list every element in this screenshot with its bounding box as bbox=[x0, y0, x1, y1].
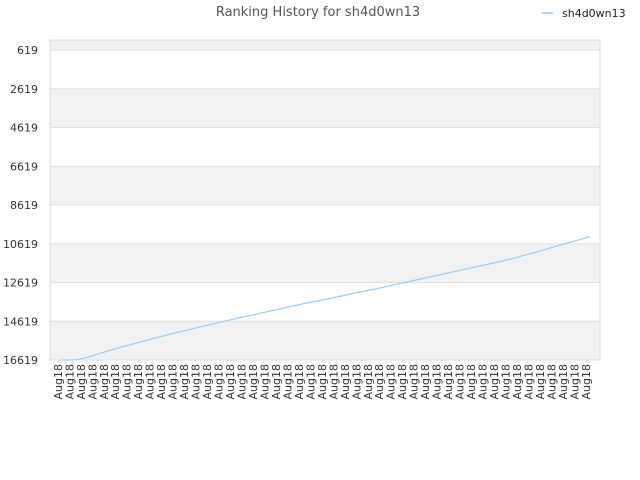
y-tick-label: 16619 bbox=[3, 354, 38, 367]
y-tick-label: 10619 bbox=[3, 238, 38, 251]
plot-bands bbox=[50, 40, 600, 360]
y-tick-label: 2619 bbox=[10, 83, 38, 96]
plot-band bbox=[50, 243, 600, 283]
y-tick-label: 6619 bbox=[10, 160, 38, 173]
y-tick-label: 4619 bbox=[10, 122, 38, 135]
y-tick-label: 8619 bbox=[10, 199, 38, 212]
plot-band bbox=[50, 127, 600, 167]
x-axis: Aug18Aug18Aug18Aug18Aug18Aug18Aug18Aug18… bbox=[52, 364, 593, 399]
x-tick-label: Aug18 bbox=[580, 364, 593, 399]
ranking-chart: Ranking History for sh4d0wn13 sh4d0wn13 … bbox=[3, 5, 626, 399]
y-axis: 619 2619 4619 6619 8619 10619 12619 14619 16619 bbox=[3, 44, 38, 367]
plot-band bbox=[50, 166, 600, 205]
plot-band bbox=[50, 321, 600, 360]
legend[interactable]: sh4d0wn13 bbox=[542, 7, 626, 20]
plot-band bbox=[50, 88, 600, 128]
plot-band bbox=[50, 50, 600, 89]
plot-band bbox=[50, 205, 600, 244]
y-tick-label: 14619 bbox=[3, 315, 38, 328]
y-tick-label: 619 bbox=[17, 44, 38, 57]
legend-label: sh4d0wn13 bbox=[562, 7, 626, 20]
y-tick-label: 12619 bbox=[3, 277, 38, 290]
plot-band bbox=[50, 282, 600, 322]
plot-band bbox=[50, 40, 600, 50]
chart-title: Ranking History for sh4d0wn13 bbox=[216, 5, 420, 20]
